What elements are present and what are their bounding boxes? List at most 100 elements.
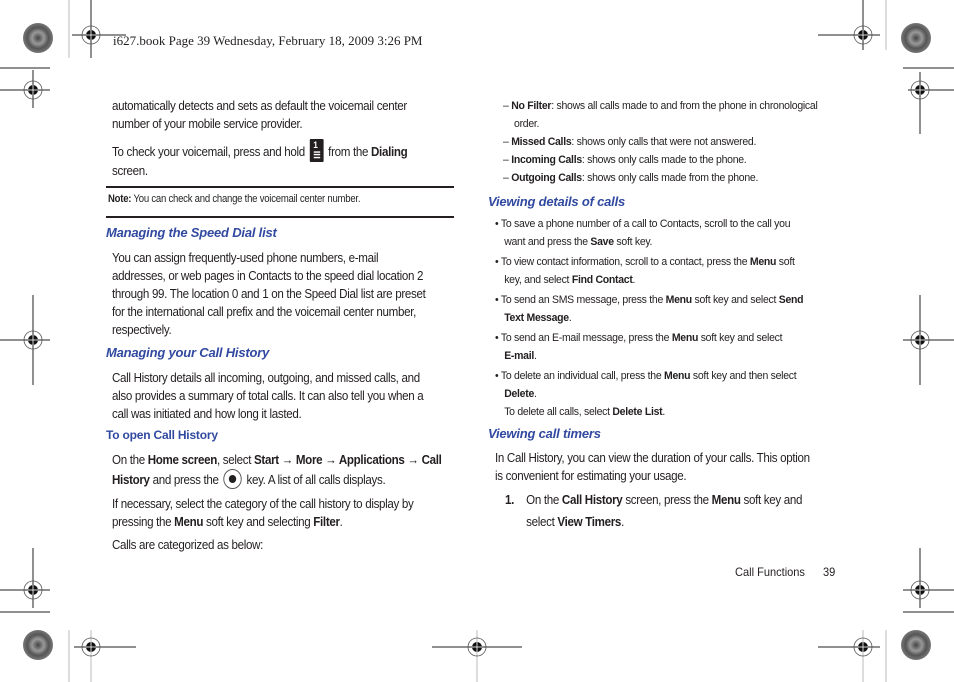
text-line: In Call History, you can view the durati… [495, 451, 810, 465]
dash: – [503, 136, 509, 148]
bullet-item: • To save a phone number of a call to Co… [495, 215, 803, 251]
filter-desc: : shows only calls that were not answere… [571, 136, 757, 148]
send-label: Send [778, 294, 804, 306]
bullet-item: • To delete an individual call, press th… [495, 367, 803, 421]
heading-viewing-details: Viewing details of calls [488, 194, 626, 209]
key-1-voicemail-icon: 1 ☰ [309, 139, 324, 162]
text-line: You can assign frequently-used phone num… [112, 251, 379, 265]
text: To check your voicemail, press and hold [112, 145, 305, 159]
text-line: Call History details all incoming, outgo… [112, 371, 420, 385]
home-screen-label: Home screen [147, 453, 218, 467]
text: pressing the [112, 515, 175, 529]
text: from the [328, 145, 369, 159]
page-number: 39 [823, 565, 836, 579]
step-line: select View Timers. [505, 511, 802, 533]
timers-step: 1. On the Call History screen, press the … [505, 489, 802, 533]
dialing-label: Dialing [371, 145, 408, 159]
view-timers-label: View Timers [557, 515, 622, 529]
text-line: addresses, or web pages in Contacts to t… [112, 269, 424, 283]
filter-item: – Incoming Calls: shows only calls made … [503, 151, 817, 169]
text-line: is convenient for estimating your usage. [495, 469, 687, 483]
delete-list-label: Delete List [612, 406, 663, 418]
text-line: On the Home screen, select Start → More … [112, 451, 442, 469]
menu-label: Menu [711, 493, 741, 507]
call-history-label: Call History [561, 493, 623, 507]
bullet: • [495, 370, 499, 382]
text-line: also provides a summary of total calls. … [112, 389, 424, 403]
filter-name: Incoming Calls [511, 154, 582, 166]
details-bullets: • To save a phone number of a call to Co… [495, 215, 804, 421]
filter-desc: : shows only calls made from the phone. [581, 172, 759, 184]
text: . [568, 312, 572, 324]
bullet: • [495, 332, 499, 344]
heading-speed-dial: Managing the Speed Dial list [106, 225, 277, 240]
filter-item: – Missed Calls: shows only calls that we… [503, 133, 817, 151]
history-label: History [112, 473, 150, 487]
text: soft key. [613, 236, 653, 248]
text: To save a phone number of a call to Cont… [500, 218, 791, 230]
text: . [533, 388, 537, 400]
save-label: Save [590, 236, 614, 248]
speed-dial-paragraph: You can assign frequently-used phone num… [112, 249, 426, 339]
filter-name: Outgoing Calls [511, 172, 582, 184]
dash: – [503, 172, 509, 184]
text: key, and select [504, 274, 572, 286]
text-message-label: Text Message [504, 312, 569, 324]
text: key. A list of all calls displays. [243, 473, 386, 487]
text-line: for the international call prefix and th… [112, 305, 416, 319]
ok-key-icon [223, 469, 242, 489]
menu-label: Menu [664, 370, 691, 382]
bullet: • [495, 256, 499, 268]
text: want and press the [504, 236, 591, 248]
menu-label: Menu [174, 515, 204, 529]
text: . [621, 515, 624, 529]
text: . [533, 350, 537, 362]
open-history-steps: On the Home screen, select Start → More … [112, 451, 442, 554]
text: To delete an individual call, press the [500, 370, 665, 382]
menu-label: Menu [749, 256, 777, 268]
text: , select [216, 453, 255, 467]
menu-label: Menu [671, 332, 699, 344]
text: select [526, 515, 558, 529]
note-label: Note: [108, 193, 132, 205]
heading-call-timers: Viewing call timers [488, 426, 601, 441]
text: To send an SMS message, press the [500, 294, 666, 306]
text-line: respectively. [112, 323, 172, 337]
menu-path-label: Start → More → Applications → Call [254, 453, 442, 467]
text-line: automatically detects and sets as defaul… [112, 99, 407, 113]
text: soft key and [740, 493, 803, 507]
text: soft key and selecting [203, 515, 314, 529]
find-contact-label: Find Contact [571, 274, 633, 286]
text: On the [526, 493, 562, 507]
text-line: pressing the Menu soft key and selecting… [112, 513, 442, 531]
call-history-paragraph: Call History details all incoming, outgo… [112, 369, 424, 423]
text: soft key and select [691, 294, 779, 306]
bullet-item: • To send an SMS message, press the Menu… [495, 291, 804, 327]
star-target-icon [23, 630, 53, 660]
text: To send an E-mail message, press the [500, 332, 672, 344]
text-line: To check your voicemail, press and hold … [112, 139, 408, 162]
text: soft key and select [698, 332, 783, 344]
text: . [632, 274, 636, 286]
text-line: call was initiated and how long it laste… [112, 407, 302, 421]
delete-label: Delete [504, 388, 534, 400]
text: On the [112, 453, 148, 467]
filter-item: – No Filter: shows all calls made to and… [503, 97, 818, 115]
filter-label: Filter [313, 515, 340, 529]
voicemail-paragraph: To check your voicemail, press and hold … [112, 139, 408, 180]
step-line: 1. On the Call History screen, press the … [505, 489, 802, 511]
print-slug-header: i627.book Page 39 Wednesday, February 18… [113, 33, 423, 48]
text-line: Calls are categorized as below: [112, 538, 264, 552]
star-target-icon [23, 23, 53, 53]
note-text: Note: You can check and change the voice… [108, 193, 361, 205]
dash: – [503, 154, 509, 166]
filter-desc-cont: order. [514, 118, 540, 130]
text: . [339, 515, 343, 529]
text: . [662, 406, 665, 418]
star-target-icon [901, 23, 931, 53]
bullet-item: • To send an E-mail message, press the M… [495, 329, 803, 365]
heading-call-history: Managing your Call History [106, 345, 270, 360]
text: To view contact information, scroll to a… [500, 256, 750, 268]
text: soft [776, 256, 795, 268]
footer-section-title: Call Functions [735, 565, 805, 579]
